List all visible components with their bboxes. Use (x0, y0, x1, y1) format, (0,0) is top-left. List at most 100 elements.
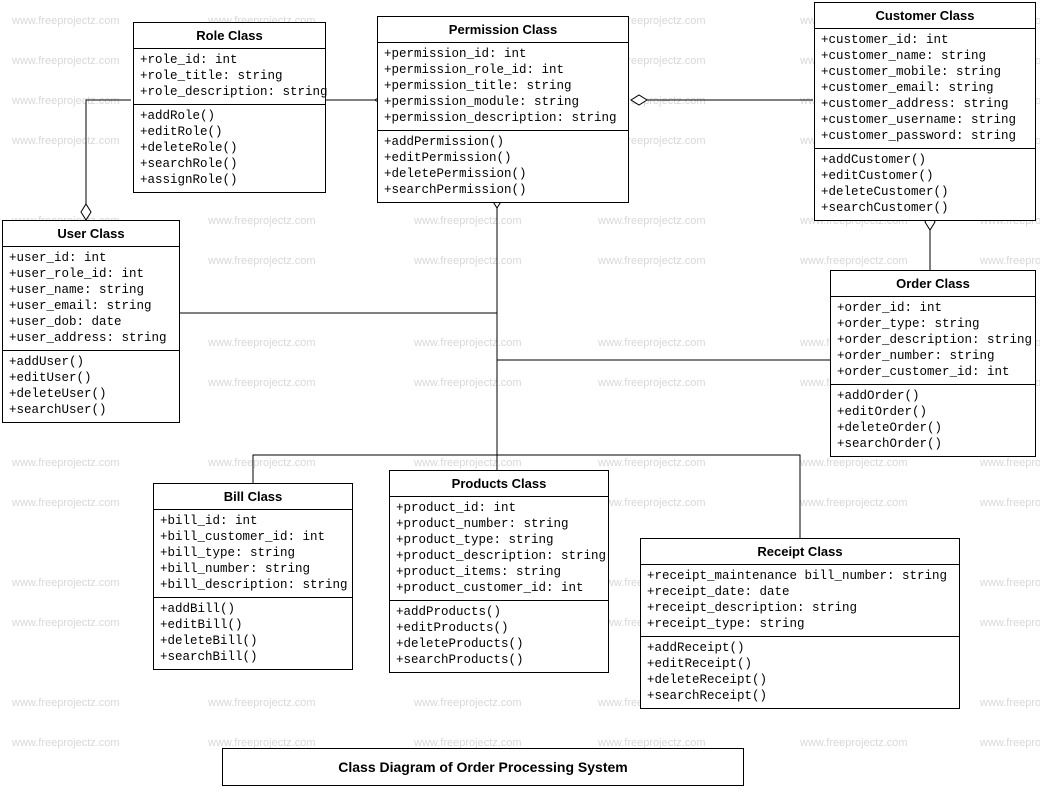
watermark: www.freeprojectz.com (208, 215, 316, 227)
watermark: www.freeprojectz.com (800, 737, 908, 749)
class-member: +order_number: string (837, 348, 1029, 364)
watermark: www.freeprojectz.com (598, 215, 706, 227)
watermark: www.freeprojectz.com (208, 697, 316, 709)
watermark: www.freeprojectz.com (980, 255, 1040, 267)
class-member: +role_id: int (140, 52, 319, 68)
class-member: +addReceipt() (647, 640, 953, 656)
class-title: Products Class (390, 471, 608, 497)
watermark: www.freeprojectz.com (12, 55, 120, 67)
diagram-caption: Class Diagram of Order Processing System (222, 748, 744, 786)
attributes: +product_id: int+product_number: string+… (390, 497, 608, 601)
watermark: www.freeprojectz.com (980, 457, 1040, 469)
watermark: www.freeprojectz.com (12, 737, 120, 749)
watermark: www.freeprojectz.com (12, 697, 120, 709)
class-member: +addCustomer() (821, 152, 1029, 168)
class-member: +user_id: int (9, 250, 173, 266)
class-member: +addProducts() (396, 604, 602, 620)
class-member: +order_type: string (837, 316, 1029, 332)
class-member: +order_id: int (837, 300, 1029, 316)
class-member: +customer_mobile: string (821, 64, 1029, 80)
watermark: www.freeprojectz.com (800, 457, 908, 469)
class-order: Order Class +order_id: int+order_type: s… (830, 270, 1036, 457)
class-member: +editReceipt() (647, 656, 953, 672)
class-member: +customer_username: string (821, 112, 1029, 128)
class-member: +searchCustomer() (821, 200, 1029, 216)
watermark: www.freeprojectz.com (598, 497, 706, 509)
class-member: +product_id: int (396, 500, 602, 516)
class-member: +editPermission() (384, 150, 622, 166)
watermark: www.freeprojectz.com (414, 337, 522, 349)
class-member: +addBill() (160, 601, 346, 617)
watermark: www.freeprojectz.com (414, 255, 522, 267)
class-member: +order_description: string (837, 332, 1029, 348)
class-member: +deleteReceipt() (647, 672, 953, 688)
class-member: +permission_role_id: int (384, 62, 622, 78)
watermark: www.freeprojectz.com (598, 255, 706, 267)
operations: +addOrder()+editOrder()+deleteOrder()+se… (831, 385, 1035, 456)
class-member: +product_type: string (396, 532, 602, 548)
class-title: User Class (3, 221, 179, 247)
class-member: +permission_description: string (384, 110, 622, 126)
operations: +addProducts()+editProducts()+deleteProd… (390, 601, 608, 672)
class-member: +addPermission() (384, 134, 622, 150)
class-member: +product_number: string (396, 516, 602, 532)
watermark: www.freeprojectz.com (598, 337, 706, 349)
class-member: +deleteProducts() (396, 636, 602, 652)
watermark: www.freeprojectz.com (980, 737, 1040, 749)
class-member: +editOrder() (837, 404, 1029, 420)
class-member: +deletePermission() (384, 166, 622, 182)
attributes: +permission_id: int+permission_role_id: … (378, 43, 628, 131)
class-member: +user_address: string (9, 330, 173, 346)
class-member: +searchUser() (9, 402, 173, 418)
class-member: +receipt_date: date (647, 584, 953, 600)
watermark: www.freeprojectz.com (12, 95, 120, 107)
class-member: +role_description: string (140, 84, 319, 100)
watermark: www.freeprojectz.com (598, 377, 706, 389)
class-member: +editUser() (9, 370, 173, 386)
class-member: +searchPermission() (384, 182, 622, 198)
class-member: +bill_id: int (160, 513, 346, 529)
watermark: www.freeprojectz.com (598, 457, 706, 469)
class-member: +product_customer_id: int (396, 580, 602, 596)
class-member: +product_items: string (396, 564, 602, 580)
operations: +addBill()+editBill()+deleteBill()+searc… (154, 598, 352, 669)
watermark: www.freeprojectz.com (12, 577, 120, 589)
class-member: +deleteUser() (9, 386, 173, 402)
class-title: Customer Class (815, 3, 1035, 29)
attributes: +role_id: int+role_title: string+role_de… (134, 49, 325, 105)
class-member: +customer_password: string (821, 128, 1029, 144)
watermark: www.freeprojectz.com (980, 577, 1040, 589)
class-customer: Customer Class +customer_id: int+custome… (814, 2, 1036, 221)
class-member: +editBill() (160, 617, 346, 633)
class-member: +customer_address: string (821, 96, 1029, 112)
operations: +addCustomer()+editCustomer()+deleteCust… (815, 149, 1035, 220)
operations: +addPermission()+editPermission()+delete… (378, 131, 628, 202)
watermark: www.freeprojectz.com (208, 337, 316, 349)
attributes: +receipt_maintenance bill_number: string… (641, 565, 959, 637)
class-permission: Permission Class +permission_id: int+per… (377, 16, 629, 203)
class-member: +permission_id: int (384, 46, 622, 62)
operations: +addReceipt()+editReceipt()+deleteReceip… (641, 637, 959, 708)
class-member: +bill_number: string (160, 561, 346, 577)
class-member: +customer_email: string (821, 80, 1029, 96)
watermark: www.freeprojectz.com (980, 697, 1040, 709)
class-member: +deleteBill() (160, 633, 346, 649)
class-member: +receipt_maintenance bill_number: string (647, 568, 953, 584)
class-member: +customer_id: int (821, 32, 1029, 48)
class-member: +receipt_type: string (647, 616, 953, 632)
attributes: +bill_id: int+bill_customer_id: int+bill… (154, 510, 352, 598)
class-user: User Class +user_id: int+user_role_id: i… (2, 220, 180, 423)
class-member: +order_customer_id: int (837, 364, 1029, 380)
class-member: +bill_type: string (160, 545, 346, 561)
class-products: Products Class +product_id: int+product_… (389, 470, 609, 673)
class-member: +role_title: string (140, 68, 319, 84)
watermark: www.freeprojectz.com (414, 697, 522, 709)
class-receipt: Receipt Class +receipt_maintenance bill_… (640, 538, 960, 709)
class-member: +editCustomer() (821, 168, 1029, 184)
class-member: +user_email: string (9, 298, 173, 314)
diagram-stage: www.freeprojectz.com www.freeprojectz.com… (0, 0, 1040, 804)
attributes: +customer_id: int+customer_name: string+… (815, 29, 1035, 149)
watermark: www.freeprojectz.com (414, 377, 522, 389)
class-title: Role Class (134, 23, 325, 49)
watermark: www.freeprojectz.com (12, 15, 120, 27)
